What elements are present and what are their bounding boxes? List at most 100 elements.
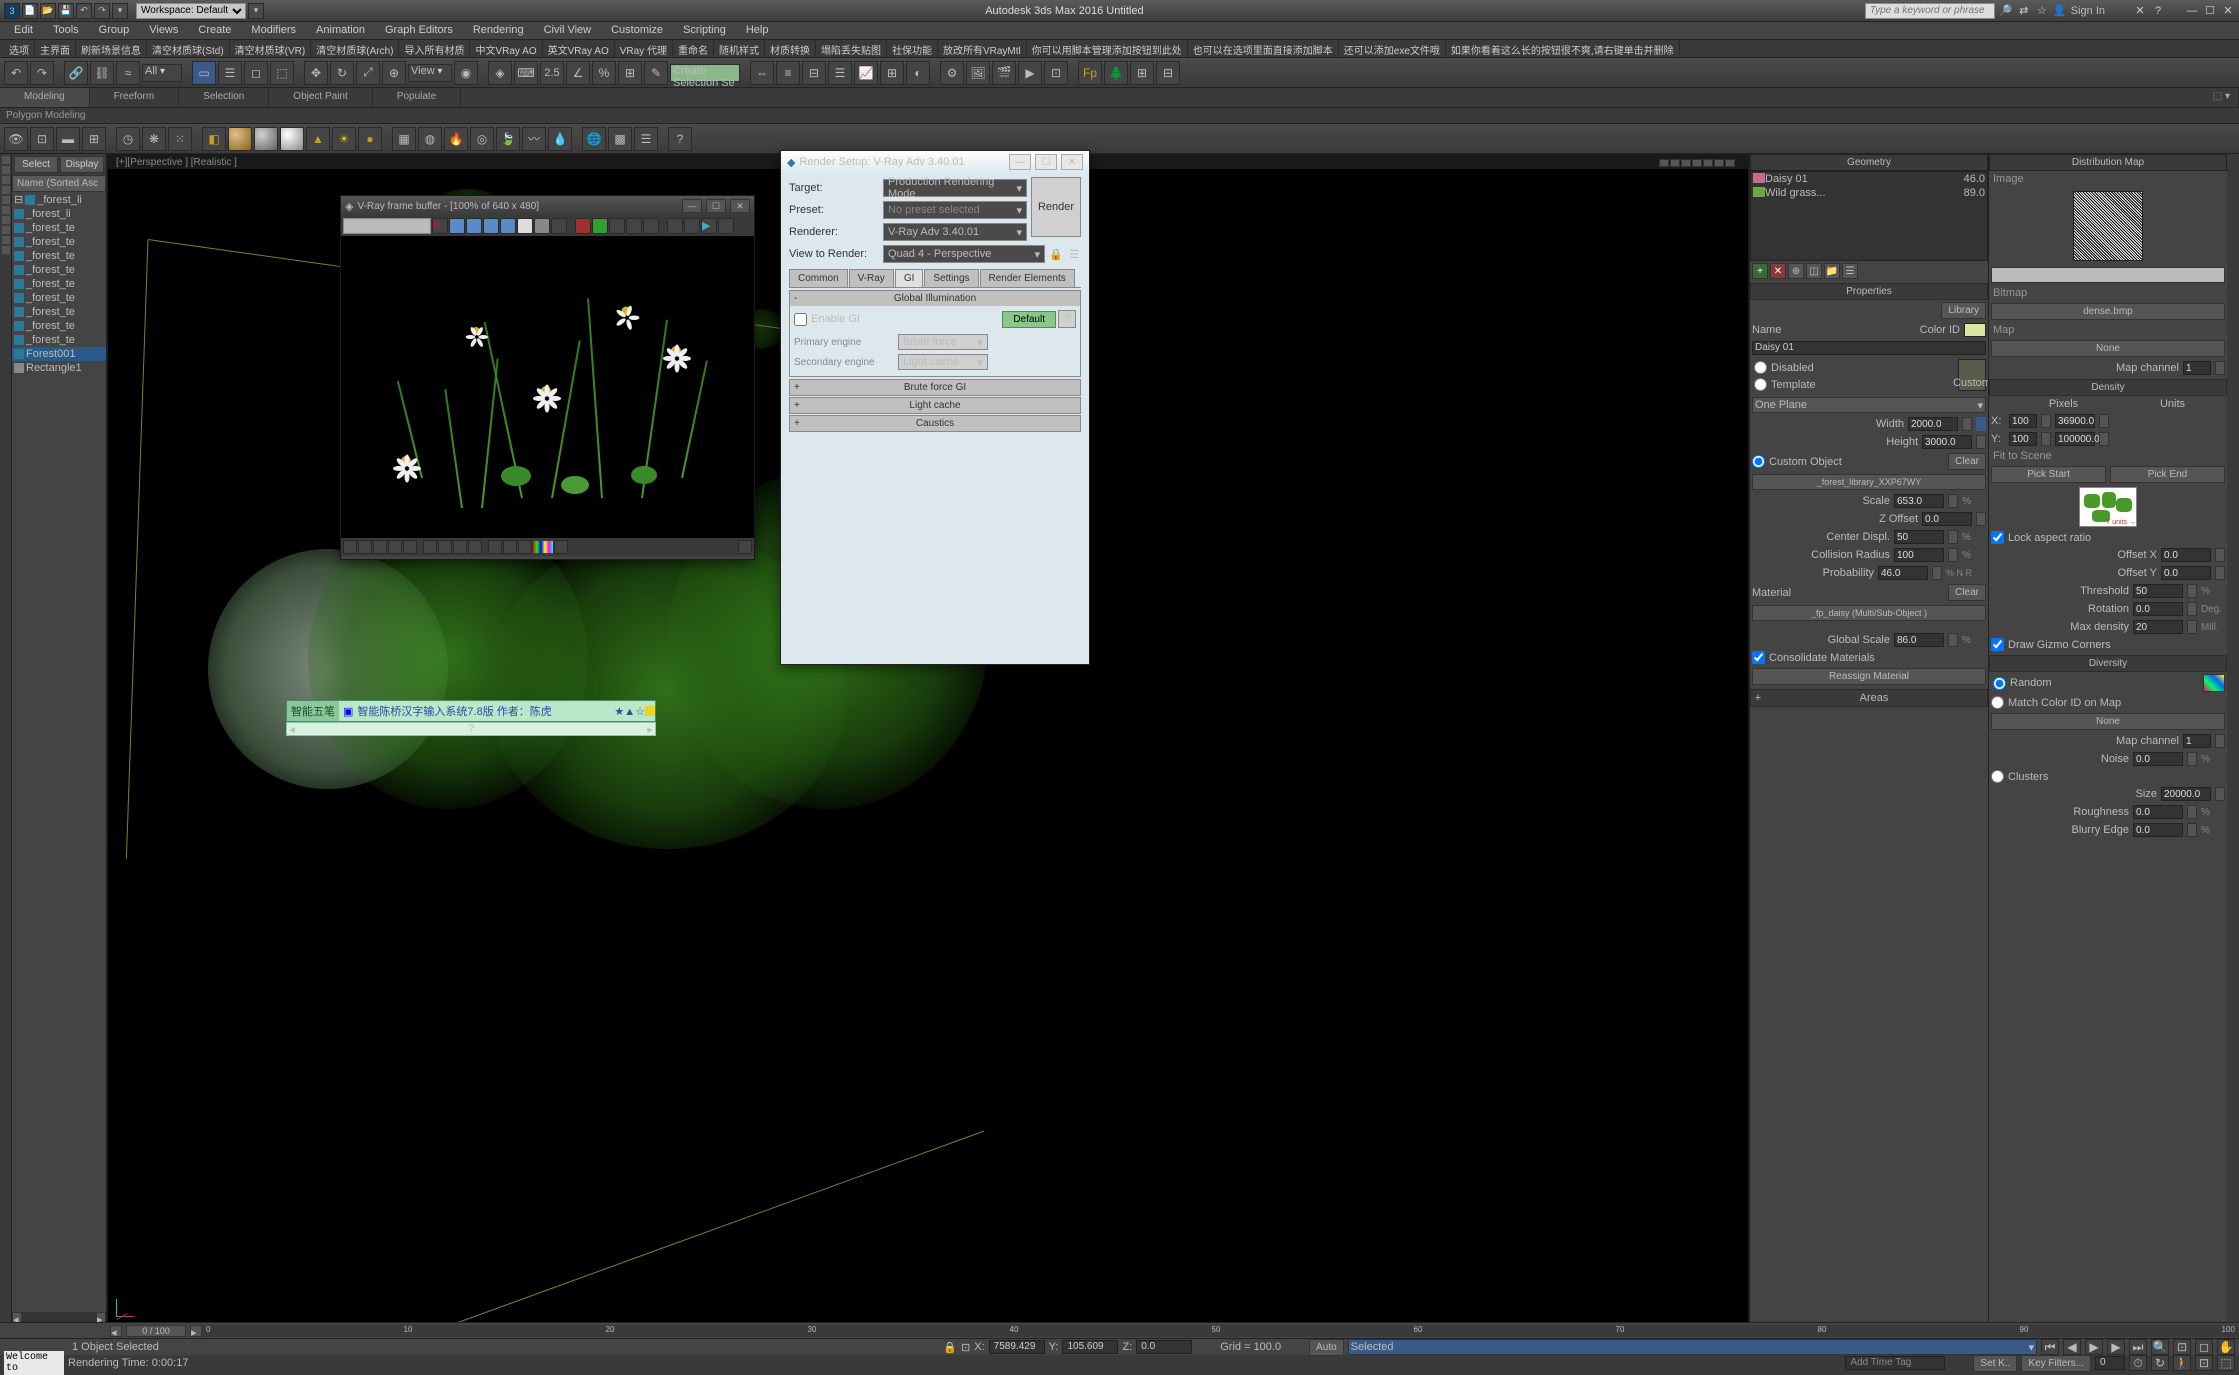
select-window-btn[interactable]: ⬚ (270, 61, 294, 85)
scene-list-header[interactable]: Name (Sorted Asc (12, 175, 106, 192)
cn-btn[interactable]: 社保功能 (887, 40, 938, 57)
consolidate-check[interactable] (1752, 651, 1765, 664)
signin-label[interactable]: Sign In (2071, 5, 2105, 17)
vfb-render-output[interactable] (341, 236, 754, 538)
scale-spinner[interactable]: 653.0 (1894, 494, 1944, 508)
menu-customize[interactable]: Customize (601, 22, 673, 39)
vfb-region-btn[interactable] (667, 218, 683, 234)
y-px-spinner[interactable]: 100 (2009, 432, 2037, 446)
vfb-track-btn[interactable] (684, 218, 700, 234)
vfb-clear-btn[interactable] (575, 218, 591, 234)
target-drop[interactable]: Production Rendering Mode▾ (883, 179, 1027, 197)
render-button[interactable]: Render (1031, 177, 1081, 237)
vfb-tb[interactable] (626, 218, 642, 234)
spinner-snap-btn[interactable]: ⊞ (618, 61, 642, 85)
y-un-spinner[interactable]: 100000.0 (2055, 432, 2095, 446)
help-icon[interactable]: ? (2151, 4, 2165, 18)
ribbon-modeling[interactable]: Modeling (0, 88, 90, 107)
vfb-btm[interactable] (518, 540, 532, 554)
ft-box[interactable]: ⊡ (30, 127, 54, 151)
rs-close-btn[interactable]: ✕ (1061, 154, 1083, 170)
ft-def[interactable]: ◎ (470, 127, 494, 151)
select-btn[interactable]: ▭ (192, 61, 216, 85)
vfb-btm[interactable] (343, 540, 357, 554)
vfb-corner[interactable] (738, 540, 752, 554)
bruteforce-rollout[interactable]: Brute force GI (789, 379, 1081, 396)
blurry-spinner[interactable]: 0.0 (2133, 823, 2183, 837)
material-editor-btn[interactable]: ◐ (906, 61, 930, 85)
scene-select-btn[interactable]: Select (14, 156, 58, 173)
vfb-tb[interactable]: ♥ (432, 218, 448, 234)
cn-btn[interactable]: 放改所有VRayMtl (938, 40, 1027, 57)
pick-end-btn[interactable]: Pick End (2110, 466, 2225, 483)
vfb-g-btn[interactable] (483, 218, 499, 234)
nav-fov[interactable]: ◻ (2195, 1339, 2213, 1355)
ft-fire[interactable]: 🔥 (444, 127, 468, 151)
time-ruler[interactable]: 01020 304050 607080 90100 (202, 1325, 2239, 1337)
cn-btn[interactable]: 随机样式 (714, 40, 765, 57)
manipulate-btn[interactable]: ◈ (488, 61, 512, 85)
select-name-btn[interactable]: ☰ (218, 61, 242, 85)
menu-edit[interactable]: Edit (4, 22, 43, 39)
snap-btn[interactable]: 2.5 (540, 61, 564, 85)
dense-drop[interactable]: Dense▾ (1991, 267, 2225, 283)
ft-splash[interactable]: 💧 (548, 127, 572, 151)
rs-min-btn[interactable]: — (1009, 154, 1031, 170)
maximize-icon[interactable]: ☐ (2203, 4, 2217, 18)
ribbon-minimize[interactable]: ⬚ ▾ (2205, 88, 2239, 107)
se-tool[interactable] (2, 206, 10, 214)
zoffset-spinner[interactable]: 0.0 (1922, 512, 1972, 526)
curve-editor-btn[interactable]: 📈 (854, 61, 878, 85)
reassign-btn[interactable]: Reassign Material (1752, 668, 1986, 685)
lightcache-rollout[interactable]: Light cache (789, 397, 1081, 414)
tab-vray[interactable]: V-Ray (849, 269, 894, 287)
coord-drop[interactable]: View ▾ (408, 64, 452, 82)
gizmo-check[interactable] (1991, 638, 2004, 651)
mapch-spinner[interactable]: 1 (2183, 361, 2211, 375)
time-tag-input[interactable]: Add Time Tag (1845, 1356, 1945, 1370)
nav-orbit[interactable]: ↻ (2151, 1355, 2169, 1371)
se-tool[interactable] (2, 216, 10, 224)
menu-civilview[interactable]: Civil View (534, 22, 601, 39)
custom-thumbnail[interactable]: Custom (1958, 359, 1986, 391)
ft-sphere2[interactable] (254, 127, 278, 151)
tab-render-elements[interactable]: Render Elements (980, 269, 1075, 287)
state-sets-btn[interactable]: ⊡ (1044, 61, 1068, 85)
vfb-btm[interactable] (438, 540, 452, 554)
renderer-drop[interactable]: V-Ray Adv 3.40.01▾ (883, 223, 1027, 241)
ft-disc[interactable]: ● (358, 127, 382, 151)
vfb-tb[interactable] (643, 218, 659, 234)
ft-globe[interactable]: 🌐 (582, 127, 606, 151)
se-tool[interactable] (2, 176, 10, 184)
rs-max-btn[interactable]: ☐ (1035, 154, 1057, 170)
bitmap-btn[interactable]: dense.bmp (1991, 303, 2225, 320)
ft-dots[interactable]: ⁙ (168, 127, 192, 151)
ft-leaf[interactable]: 🍃 (496, 127, 520, 151)
match-ch-spinner[interactable]: 1 (2183, 734, 2211, 748)
clusters-radio[interactable] (1991, 770, 2004, 783)
vfb-btm[interactable] (468, 540, 482, 554)
areas-header[interactable]: +Areas (1750, 689, 1988, 707)
close-icon[interactable]: ✕ (2221, 4, 2235, 18)
se-tool[interactable] (2, 166, 10, 174)
exchange-icon[interactable]: ⇄ (2017, 4, 2031, 18)
cradius-spinner[interactable]: 100 (1894, 548, 1944, 562)
clear-obj-btn[interactable]: Clear (1948, 453, 1986, 470)
se-tool[interactable] (2, 236, 10, 244)
rotate-btn[interactable]: ↻ (330, 61, 354, 85)
menu-group[interactable]: Group (89, 22, 140, 39)
add-item-btn[interactable]: + (1752, 263, 1768, 279)
obj-name-btn[interactable]: _forest_library_XXP67WY (1752, 474, 1986, 490)
tab-common[interactable]: Common (789, 269, 848, 287)
cn-btn[interactable]: VRay 代理 (615, 40, 673, 57)
menu-tools[interactable]: Tools (43, 22, 89, 39)
vfb-btm[interactable] (488, 540, 502, 554)
ft-cone[interactable]: ▲ (306, 127, 330, 151)
time-slider[interactable]: 0 / 100 (126, 1325, 186, 1337)
lock-aspect-icon[interactable] (1976, 417, 1986, 431)
qat-project[interactable]: ▾ (112, 3, 128, 19)
bind-btn[interactable]: ≈ (116, 61, 140, 85)
height-spinner[interactable]: 3000.0 (1922, 435, 1972, 449)
maxd-spinner[interactable]: 20 (2133, 620, 2183, 634)
nav-zoom[interactable]: 🔍 (2151, 1339, 2169, 1355)
